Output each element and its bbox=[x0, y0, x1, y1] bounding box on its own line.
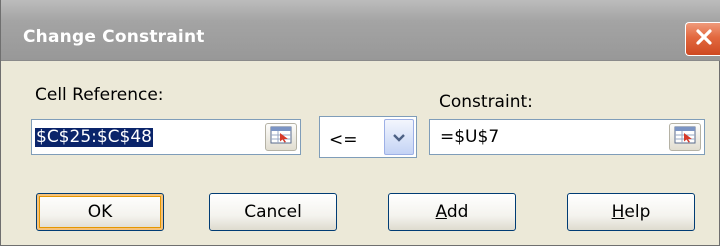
operator-dropdown-button[interactable] bbox=[384, 119, 414, 155]
add-button-label: Add bbox=[436, 202, 469, 222]
constraint-value: =$U$7 bbox=[440, 127, 500, 147]
dialog-title: Change Constraint bbox=[23, 27, 205, 47]
ok-button-label: OK bbox=[87, 202, 113, 222]
change-constraint-dialog: Change Constraint Cell Reference: Constr… bbox=[0, 0, 720, 246]
add-mnemonic: A bbox=[435, 202, 447, 222]
close-icon bbox=[694, 27, 714, 51]
cancel-button[interactable]: Cancel bbox=[209, 193, 337, 231]
dialog-body: Cell Reference: Constraint: $C$25:$C$48 bbox=[1, 61, 720, 246]
constraint-collapse-button[interactable] bbox=[669, 123, 701, 151]
cell-reference-collapse-button[interactable] bbox=[265, 123, 297, 151]
range-selector-icon bbox=[674, 126, 696, 148]
add-button[interactable]: Add bbox=[388, 193, 516, 231]
range-selector-icon bbox=[270, 126, 292, 148]
add-label-rest: dd bbox=[446, 202, 469, 222]
cell-reference-value: $C$25:$C$48 bbox=[35, 127, 153, 147]
help-label-rest: elp bbox=[624, 202, 651, 222]
chevron-down-icon bbox=[392, 128, 406, 147]
cell-reference-label: Cell Reference: bbox=[35, 85, 164, 105]
help-mnemonic: H bbox=[611, 202, 625, 222]
cell-reference-field[interactable]: $C$25:$C$48 bbox=[31, 119, 301, 155]
operator-value: <= bbox=[329, 130, 358, 150]
title-bar[interactable]: Change Constraint bbox=[1, 0, 720, 61]
close-button[interactable] bbox=[685, 22, 720, 56]
help-button-label: Help bbox=[612, 202, 651, 222]
cancel-button-label: Cancel bbox=[244, 202, 302, 222]
constraint-label: Constraint: bbox=[439, 92, 533, 112]
ok-button[interactable]: OK bbox=[36, 193, 164, 231]
constraint-field[interactable]: =$U$7 bbox=[429, 119, 705, 155]
help-button[interactable]: Help bbox=[567, 193, 695, 231]
operator-select[interactable]: <= bbox=[319, 116, 417, 158]
